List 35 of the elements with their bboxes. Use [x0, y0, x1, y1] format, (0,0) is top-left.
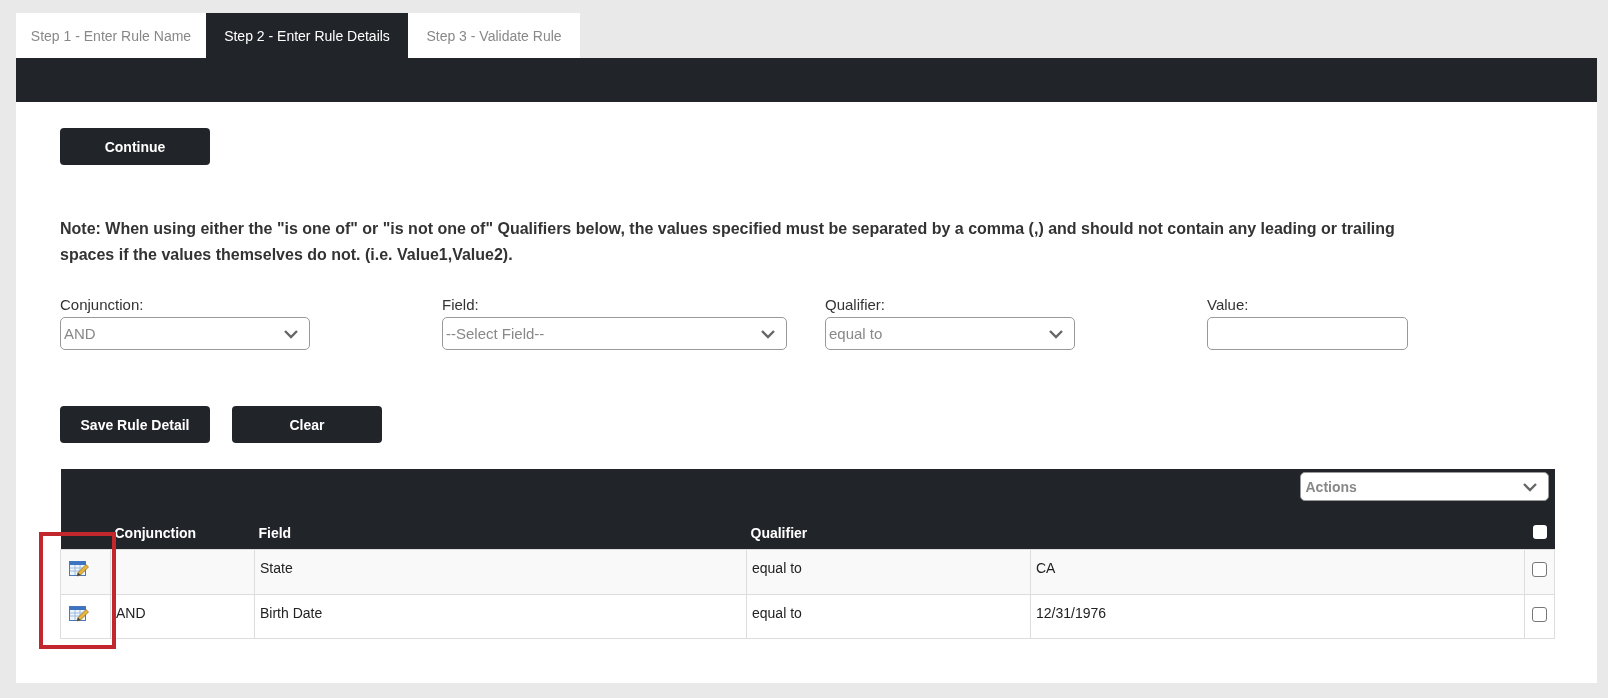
chevron-down-icon	[1521, 481, 1538, 492]
note-text: Note: When using either the "is one of" or "is not one of" Qualifiers below, the values specified must be separated by a comma (,) and should not contain any leading or trailing spaces if the values themselves do not. (i.e. Value1,Value2).	[60, 219, 1396, 265]
table-cell: equal to	[752, 559, 802, 576]
column-header: Conjunction	[114, 524, 197, 541]
edit-icon[interactable]	[69, 604, 89, 623]
value-field[interactable]	[1207, 317, 1408, 350]
chevron-down-icon	[1048, 328, 1064, 339]
filter-label: Qualifier:	[825, 296, 886, 314]
step-tab[interactable]: Step 1 - Enter Rule Name	[16, 13, 206, 58]
chevron-down-icon	[760, 328, 776, 339]
filter-label: Value:	[1207, 296, 1249, 314]
chevron-down-icon	[283, 328, 299, 339]
table-cell: Birth Date	[260, 604, 323, 621]
step-tab[interactable]: Step 3 - Validate Rule	[408, 13, 580, 58]
edit-icon[interactable]	[69, 559, 89, 578]
column-header: Qualifier	[750, 524, 808, 541]
select-all-checkbox[interactable]	[1532, 524, 1547, 539]
table-cell: AND	[116, 604, 146, 621]
table-cell: 12/31/1976	[1036, 604, 1107, 621]
filter-dropdown[interactable]: equal to	[825, 317, 1075, 350]
row-checkbox[interactable]	[1532, 606, 1547, 622]
column-header: Field	[258, 524, 292, 541]
step-tab[interactable]: Step 2 - Enter Rule Details	[206, 13, 408, 58]
filter-dropdown[interactable]: AND	[60, 317, 310, 350]
filter-label: Conjunction:	[60, 296, 144, 314]
actions-dropdown[interactable]: Actions	[1299, 472, 1549, 501]
action-button[interactable]: Clear	[232, 406, 382, 443]
table-cell: State	[260, 559, 293, 576]
filter-label: Field:	[442, 296, 479, 314]
filter-dropdown[interactable]: --Select Field--	[442, 317, 787, 350]
table-cell: CA	[1036, 559, 1056, 576]
row-checkbox[interactable]	[1532, 561, 1547, 577]
action-button[interactable]: Save Rule Detail	[60, 406, 210, 443]
table-cell: equal to	[752, 604, 802, 621]
continue-button[interactable]: Continue	[60, 128, 210, 165]
